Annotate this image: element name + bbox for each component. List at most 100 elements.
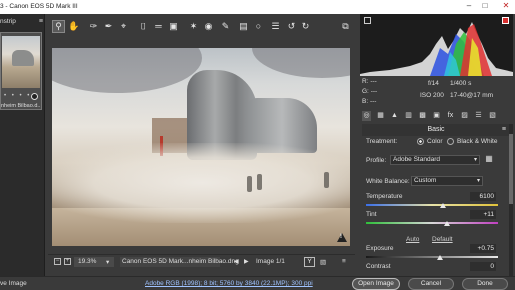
tone-curve-tab-icon[interactable]: ▦ xyxy=(376,111,385,121)
shadow-clipping-icon[interactable] xyxy=(364,17,371,24)
photo-person xyxy=(257,174,262,190)
g-value: --- xyxy=(370,88,378,95)
filename-box: Canon EOS 5D Mark...nheim Bilbao.dng xyxy=(120,257,239,267)
lens-value: 17-40@17 mm xyxy=(450,92,494,99)
title-bar: 3 - Canon EOS 5D Mark III – □ ✕ xyxy=(0,0,515,14)
maximize-button[interactable]: □ xyxy=(479,1,491,13)
fullscreen-icon[interactable]: ⧉ xyxy=(340,21,351,32)
zoom-in-button[interactable]: + xyxy=(64,258,71,265)
aperture-value: f/14 xyxy=(428,80,439,87)
exposure-slider[interactable] xyxy=(366,256,498,258)
sky-cloud xyxy=(52,48,202,93)
tint-value[interactable]: +11 xyxy=(470,210,496,219)
basic-menu-icon[interactable]: ≡ xyxy=(502,124,506,136)
filmstrip-title: nstrip xyxy=(0,18,16,25)
tint-slider[interactable] xyxy=(366,222,498,224)
color-option-label[interactable]: Color xyxy=(427,138,443,145)
preferences-icon[interactable]: ☰ xyxy=(270,21,281,32)
workflow-options-link[interactable]: Adobe RGB (1998); 8 bit; 5760 by 3840 (2… xyxy=(145,280,313,287)
photo-fog xyxy=(52,143,350,223)
minimize-button[interactable]: – xyxy=(463,1,475,13)
graduated-filter-icon[interactable]: ▤ xyxy=(238,21,249,32)
adjustments-panel: R: --- G: --- B: --- f/14 1/400 s ISO 20… xyxy=(358,14,515,276)
lens-tab-icon[interactable]: ▣ xyxy=(432,111,441,121)
rotate-left-icon[interactable]: ↺ xyxy=(286,21,297,32)
spot-removal-tool-icon[interactable]: ✶ xyxy=(188,21,199,32)
hand-tool-icon[interactable]: ✋ xyxy=(68,21,79,32)
calibration-tab-icon[interactable]: ▨ xyxy=(460,111,469,121)
tint-slider-thumb[interactable] xyxy=(443,221,450,226)
scrollbar-thumb[interactable] xyxy=(509,134,513,204)
adjustment-brush-icon[interactable]: ✎ xyxy=(220,21,231,32)
highlight-clipping-icon[interactable] xyxy=(502,17,509,24)
auto-link[interactable]: Auto xyxy=(406,236,419,243)
zoom-level-select[interactable]: 19.3% ▾ xyxy=(74,257,114,267)
red-eye-tool-icon[interactable]: ◉ xyxy=(203,21,214,32)
cancel-button[interactable]: Cancel xyxy=(408,278,454,290)
temperature-value[interactable]: 6100 xyxy=(470,192,496,201)
fx-tab-icon[interactable]: fx xyxy=(446,111,455,121)
white-balance-label: White Balance: xyxy=(366,178,410,185)
previous-image-icon[interactable]: ◀ xyxy=(234,258,239,265)
camera-info: f/14 1/400 s ISO 200 17-40@17 mm xyxy=(420,80,510,110)
next-image-icon[interactable]: ▶ xyxy=(244,258,249,265)
targeted-adjustment-tool-icon[interactable]: ⌖ xyxy=(118,21,129,32)
zoom-level-value: 19.3% xyxy=(78,258,97,265)
color-radio[interactable] xyxy=(417,138,424,145)
straighten-tool-icon[interactable]: ═ xyxy=(153,21,164,32)
panel-scrollbar[interactable] xyxy=(509,124,513,276)
histogram-graph xyxy=(360,22,513,76)
save-image-button[interactable]: ve Image xyxy=(0,280,27,287)
black-white-radio[interactable] xyxy=(447,138,454,145)
tools-toolbar: ⚲ ✋ ✑ ✒ ⌖ ⌷ ═ ▣ ✶ ◉ ✎ ▤ ○ ☰ ↺ ↻ ⧉ xyxy=(48,14,355,42)
image-preview[interactable]: ! xyxy=(52,48,350,246)
zoom-out-button[interactable]: − xyxy=(54,258,61,265)
before-after-button[interactable]: Y xyxy=(304,257,315,267)
contrast-value[interactable]: 0 xyxy=(470,262,496,271)
treatment-label: Treatment: xyxy=(366,138,398,145)
basic-tab-icon[interactable]: ◎ xyxy=(362,111,371,121)
hsl-tab-icon[interactable]: ▥ xyxy=(404,111,413,121)
black-white-option-label[interactable]: Black & White xyxy=(457,138,497,145)
rotate-right-icon[interactable]: ↻ xyxy=(300,21,311,32)
basic-section-header: Basic ≡ xyxy=(362,124,510,136)
white-balance-select[interactable]: Custom ▾ xyxy=(411,176,483,186)
white-balance-tool-icon[interactable]: ✑ xyxy=(88,21,99,32)
thumbnail-building xyxy=(12,50,34,66)
presets-tab-icon[interactable]: ☰ xyxy=(474,111,483,121)
iso-value: ISO 200 xyxy=(420,92,444,99)
exposure-value[interactable]: +0.75 xyxy=(470,244,496,253)
exposure-slider-thumb[interactable] xyxy=(436,255,443,260)
temperature-slider[interactable] xyxy=(366,204,498,206)
sky-cloud xyxy=(252,48,350,78)
rgb-readout: R: --- G: --- B: --- xyxy=(362,78,402,112)
profile-select[interactable]: Adobe Standard ▾ xyxy=(390,155,480,165)
filmstrip-thumbnail[interactable]: • • • • • nheim Bilbao.d... xyxy=(0,32,42,110)
zoom-tool-icon[interactable]: ⚲ xyxy=(52,20,65,33)
preview-status-bar: − + 19.3% ▾ Canon EOS 5D Mark...nheim Bi… xyxy=(48,254,355,268)
compare-icon[interactable]: ▧ xyxy=(320,258,326,266)
profile-browser-icon[interactable]: ▦ xyxy=(484,154,494,164)
default-link[interactable]: Default xyxy=(432,236,453,243)
settings-icon[interactable]: ≡ xyxy=(342,258,346,265)
exposure-label: Exposure xyxy=(366,245,394,252)
photo-person xyxy=(247,176,252,192)
radial-filter-icon[interactable]: ○ xyxy=(253,21,264,32)
temperature-slider-thumb[interactable] xyxy=(439,203,446,208)
transform-tool-icon[interactable]: ▣ xyxy=(168,21,179,32)
crop-tool-icon[interactable]: ⌷ xyxy=(138,21,149,32)
detail-tab-icon[interactable]: ▲ xyxy=(390,111,399,121)
g-label: G: xyxy=(362,88,369,95)
snapshots-tab-icon[interactable]: ▧ xyxy=(488,111,497,121)
warning-icon[interactable]: ! xyxy=(337,233,347,242)
close-button[interactable]: ✕ xyxy=(500,1,512,13)
r-value: --- xyxy=(370,78,377,85)
shutter-value: 1/400 s xyxy=(450,80,472,87)
histogram xyxy=(360,14,513,76)
color-sampler-tool-icon[interactable]: ✒ xyxy=(103,21,114,32)
split-toning-tab-icon[interactable]: ▩ xyxy=(418,111,427,121)
filename-label: Canon EOS 5D Mark...nheim Bilbao.dng xyxy=(122,258,239,265)
filmstrip-menu-icon[interactable]: ≡ xyxy=(39,18,43,25)
open-image-button[interactable]: Open Image xyxy=(352,278,400,290)
done-button[interactable]: Done xyxy=(462,278,508,290)
